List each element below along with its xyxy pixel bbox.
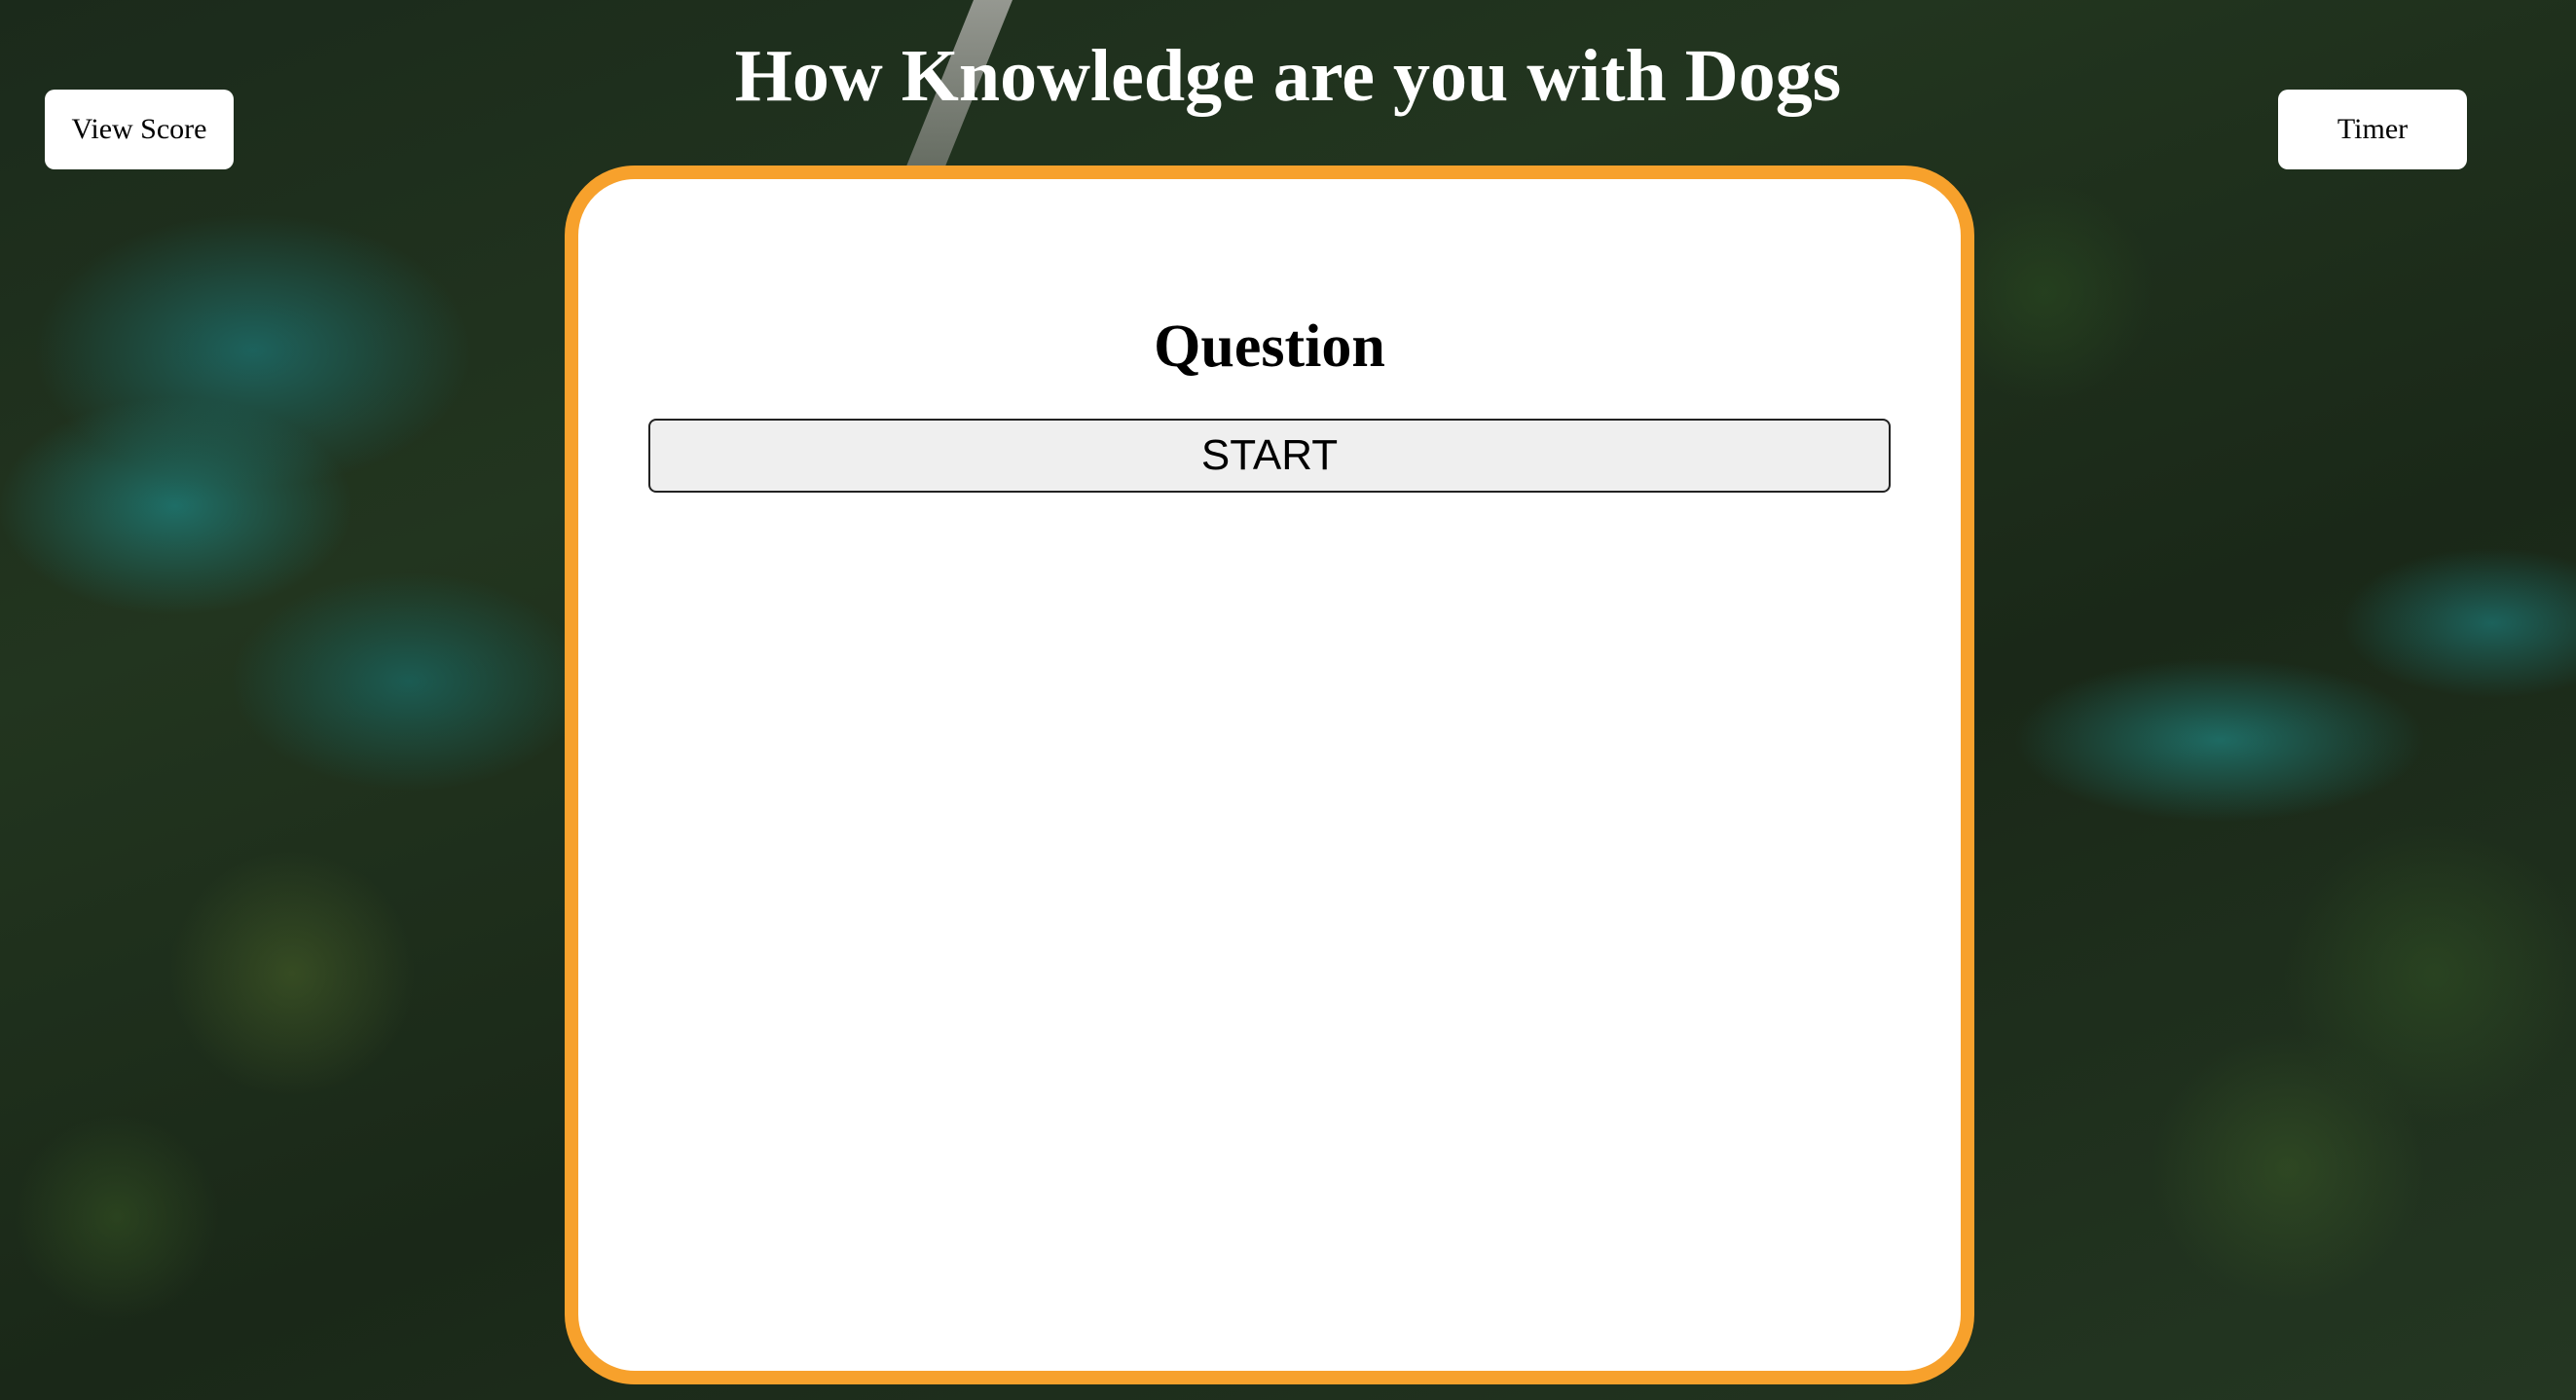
question-heading: Question — [1154, 313, 1385, 380]
page-title: How Knowledge are you with Dogs — [734, 35, 1842, 117]
start-button[interactable]: START — [648, 419, 1891, 493]
view-score-button[interactable]: View Score — [45, 90, 234, 169]
quiz-card: Question START — [565, 166, 1974, 1384]
timer-button[interactable]: Timer — [2278, 90, 2467, 169]
